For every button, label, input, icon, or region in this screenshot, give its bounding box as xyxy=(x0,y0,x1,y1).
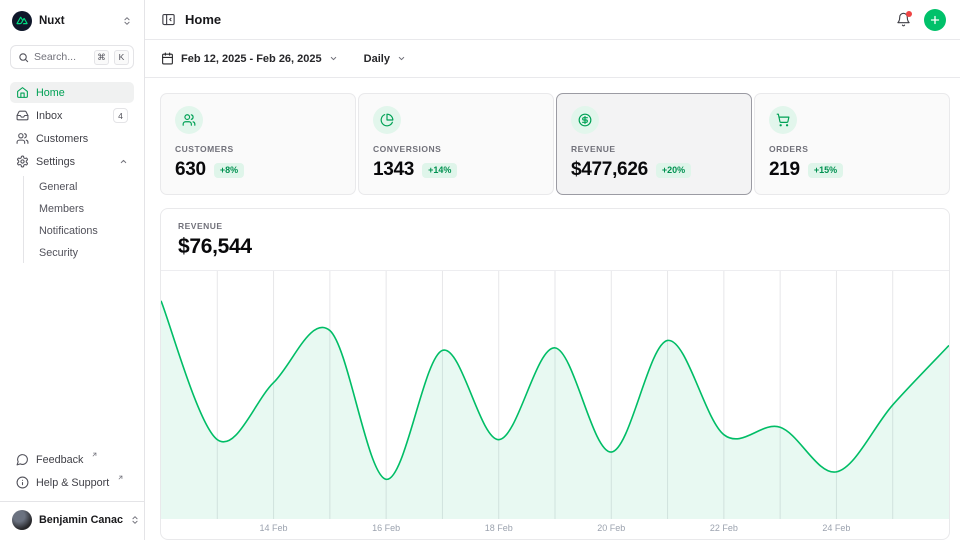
external-link-icon xyxy=(117,474,124,481)
panel-left-icon xyxy=(161,12,176,27)
filters-toolbar: Feb 12, 2025 - Feb 26, 2025 Daily xyxy=(145,40,960,78)
search-icon xyxy=(18,52,29,63)
stat-value: 219 xyxy=(769,159,800,181)
inbox-count-badge: 4 xyxy=(113,108,128,123)
dashboard-content: CUSTOMERS 630 +8% CONVERSIONS 1343 +14% xyxy=(145,78,960,540)
nuxt-logo-icon xyxy=(12,11,32,31)
date-range-label: Feb 12, 2025 - Feb 26, 2025 xyxy=(181,53,322,65)
stat-delta-badge: +8% xyxy=(214,163,244,178)
workspace-name: Nuxt xyxy=(39,15,115,27)
stat-card-customers[interactable]: CUSTOMERS 630 +8% xyxy=(160,93,356,195)
header-actions xyxy=(896,9,946,31)
info-circle-icon xyxy=(16,476,29,489)
search-placeholder: Search... xyxy=(34,51,89,63)
users-icon xyxy=(175,106,203,134)
chevron-down-icon xyxy=(329,54,338,63)
x-tick-label: 20 Feb xyxy=(597,523,625,533)
add-button[interactable] xyxy=(924,9,946,31)
sidebar-item-label: Inbox xyxy=(36,110,106,122)
stat-value: $477,626 xyxy=(571,159,648,181)
chevron-up-down-icon xyxy=(130,515,140,525)
stat-card-revenue[interactable]: REVENUE $477,626 +20% xyxy=(556,93,752,195)
user-menu[interactable]: Benjamin Canac xyxy=(0,501,144,532)
x-tick-label: 24 Feb xyxy=(822,523,850,533)
sidebar-item-security[interactable]: Security xyxy=(35,242,134,263)
notifications-button[interactable] xyxy=(896,12,911,27)
stats-row: CUSTOMERS 630 +8% CONVERSIONS 1343 +14% xyxy=(160,93,950,195)
sidebar-item-settings[interactable]: Settings xyxy=(10,151,134,172)
sidebar-item-help-support[interactable]: Help & Support xyxy=(10,472,134,493)
sidebar-item-customers[interactable]: Customers xyxy=(10,128,134,149)
page-title: Home xyxy=(185,12,221,27)
workspace-switcher[interactable]: Nuxt xyxy=(12,10,132,32)
stat-delta-badge: +14% xyxy=(422,163,457,178)
x-tick-label: 22 Feb xyxy=(710,523,738,533)
stat-card-conversions[interactable]: CONVERSIONS 1343 +14% xyxy=(358,93,554,195)
sidebar: Nuxt Search... ⌘ K Home Inbox 4 xyxy=(0,0,145,540)
period-label: Daily xyxy=(364,53,390,65)
x-axis-tick-labels: 14 Feb 16 Feb 18 Feb 20 Feb 22 Feb 24 Feb xyxy=(161,519,949,539)
chat-bubble-icon xyxy=(16,453,29,466)
stat-label: CONVERSIONS xyxy=(373,144,539,154)
date-range-picker[interactable]: Feb 12, 2025 - Feb 26, 2025 xyxy=(161,52,338,65)
stat-value: 630 xyxy=(175,159,206,181)
x-tick-label: 14 Feb xyxy=(260,523,288,533)
sidebar-item-members[interactable]: Members xyxy=(35,198,134,219)
chevron-up-icon xyxy=(119,157,128,166)
users-icon xyxy=(16,132,29,145)
user-name: Benjamin Canac xyxy=(39,514,123,526)
chevron-down-icon xyxy=(397,54,406,63)
sidebar-spacer xyxy=(10,263,134,449)
revenue-chart-card: REVENUE $76,544 14 Feb 16 Feb 18 Feb 20 Feb… xyxy=(160,208,950,540)
sidebar-item-notifications[interactable]: Notifications xyxy=(35,220,134,241)
chevron-up-down-icon xyxy=(122,16,132,26)
shopping-cart-icon xyxy=(769,106,797,134)
stat-value: 1343 xyxy=(373,159,414,181)
plus-icon xyxy=(929,14,941,26)
chart-pie-icon xyxy=(373,106,401,134)
stat-label: ORDERS xyxy=(769,144,935,154)
notification-dot xyxy=(906,11,912,17)
stat-delta-badge: +20% xyxy=(656,163,691,178)
sidebar-nav: Home Inbox 4 Customers Settings Genera xyxy=(10,82,134,263)
stat-label: REVENUE xyxy=(571,144,737,154)
external-link-icon xyxy=(91,451,98,458)
chart-metric-label: REVENUE xyxy=(178,221,932,231)
sidebar-item-home[interactable]: Home xyxy=(10,82,134,103)
home-icon xyxy=(16,86,29,99)
main-area: Home Feb 12, 2025 - Feb 26, 2025 xyxy=(145,0,960,540)
collapse-sidebar-button[interactable] xyxy=(161,12,176,27)
avatar xyxy=(12,510,32,530)
sidebar-item-general[interactable]: General xyxy=(35,176,134,197)
sidebar-footer-links: Feedback Help & Support xyxy=(10,449,134,493)
sidebar-item-feedback[interactable]: Feedback xyxy=(10,449,134,470)
revenue-chart-svg xyxy=(161,271,949,519)
sidebar-item-label: Customers xyxy=(36,133,128,145)
circle-dollar-icon xyxy=(571,106,599,134)
revenue-area-chart[interactable] xyxy=(161,271,949,519)
inbox-icon xyxy=(16,109,29,122)
sidebar-item-label: Help & Support xyxy=(36,477,109,489)
calendar-icon xyxy=(161,52,174,65)
kbd-k: K xyxy=(114,50,129,65)
gear-icon xyxy=(16,155,29,168)
page-header: Home xyxy=(145,0,960,40)
kbd-cmd: ⌘ xyxy=(94,50,109,65)
stat-delta-badge: +15% xyxy=(808,163,843,178)
chart-header: REVENUE $76,544 xyxy=(161,209,949,271)
x-tick-label: 16 Feb xyxy=(372,523,400,533)
sidebar-item-label: Settings xyxy=(36,156,112,168)
sidebar-item-inbox[interactable]: Inbox 4 xyxy=(10,105,134,126)
sidebar-item-label: Feedback xyxy=(36,454,83,466)
search-input[interactable]: Search... ⌘ K xyxy=(10,45,134,69)
x-tick-label: 18 Feb xyxy=(485,523,513,533)
stat-label: CUSTOMERS xyxy=(175,144,341,154)
sidebar-item-label: Home xyxy=(36,87,128,99)
period-select[interactable]: Daily xyxy=(364,53,406,65)
settings-submenu: General Members Notifications Security xyxy=(23,176,134,263)
stat-card-orders[interactable]: ORDERS 219 +15% xyxy=(754,93,950,195)
chart-metric-value: $76,544 xyxy=(178,235,932,259)
